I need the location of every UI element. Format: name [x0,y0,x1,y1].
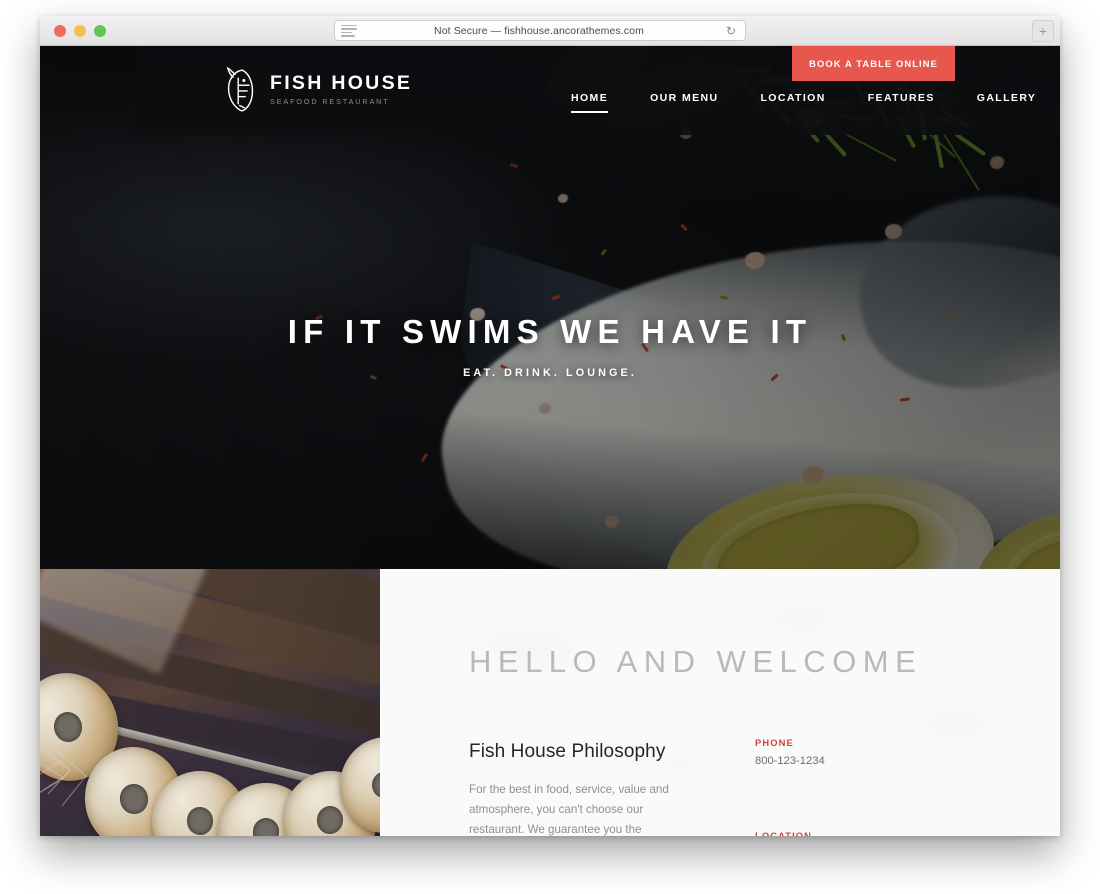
welcome-heading: HELLO AND WELCOME [469,644,923,679]
maximize-window-button[interactable] [94,24,106,37]
site-logo[interactable]: FISH HOUSE SEAFOOD RESTAURANT [223,66,412,114]
contact-location-label: LOCATION [755,830,813,836]
nav-item-contacts[interactable]: CONTACTS [1057,86,1060,110]
window-controls [40,24,106,37]
hero-section: FISH HOUSE SEAFOOD RESTAURANT HOME OUR M… [40,46,1060,569]
fishing-net [40,750,87,807]
nav-item-our-menu[interactable]: OUR MENU [629,86,739,110]
book-a-table-button[interactable]: BOOK A TABLE ONLINE [792,46,955,81]
contact-location: LOCATION [755,830,955,836]
address-bar[interactable]: Not Secure — fishhouse.ancorathemes.com … [334,20,746,41]
browser-window: Not Secure — fishhouse.ancorathemes.com … [40,16,1060,836]
hero-subtitle: EAT. DRINK. LOUNGE. [463,367,637,379]
welcome-section: HELLO AND WELCOME Fish House Philosophy … [40,569,1060,836]
reload-icon[interactable]: ↻ [721,24,741,38]
new-tab-button[interactable]: + [1032,20,1054,42]
url-text: Not Secure — fishhouse.ancorathemes.com [434,24,644,37]
hero-title: IF IT SWIMS WE HAVE IT [287,313,813,350]
main-navigation: HOME OUR MENU LOCATION FEATURES GALLERY … [550,86,1060,113]
nav-item-home[interactable]: HOME [550,86,629,113]
philosophy-body: For the best in food, service, value and… [469,783,669,836]
close-window-button[interactable] [54,24,66,37]
minimize-window-button[interactable] [74,24,86,37]
logo-tagline: SEAFOOD RESTAURANT [270,96,390,106]
page-viewport: FISH HOUSE SEAFOOD RESTAURANT HOME OUR M… [40,46,1060,836]
hero-copy: IF IT SWIMS WE HAVE IT EAT. DRINK. LOUNG… [40,313,1060,379]
contact-details: PHONE 800-123-1234 LOCATION [755,737,955,836]
welcome-side-photo [40,569,380,836]
contact-phone: PHONE 800-123-1234 [755,737,955,767]
contact-phone-label: PHONE [755,737,794,748]
nav-item-features[interactable]: FEATURES [847,86,956,110]
nav-item-gallery[interactable]: GALLERY [956,86,1058,110]
fish-logo-icon [223,66,261,114]
philosophy-title: Fish House Philosophy [469,741,666,762]
welcome-content: HELLO AND WELCOME Fish House Philosophy … [380,569,1060,836]
browser-titlebar: Not Secure — fishhouse.ancorathemes.com … [40,16,1060,46]
reader-view-icon[interactable] [341,24,357,37]
contact-phone-value[interactable]: 800-123-1234 [755,755,955,767]
nav-item-location[interactable]: LOCATION [739,86,846,110]
logo-name: FISH HOUSE [270,72,413,95]
